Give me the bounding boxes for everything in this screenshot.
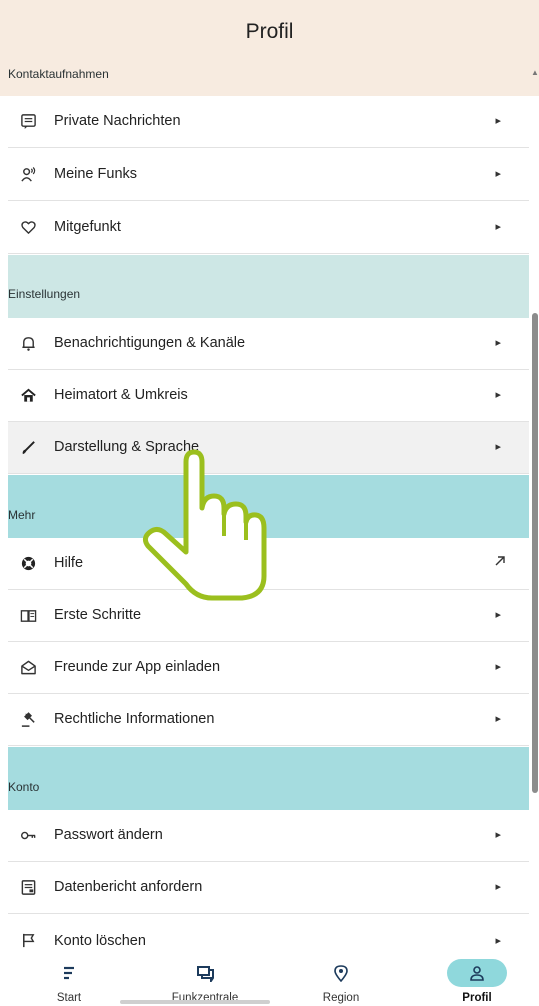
menu-item-erste-schritte[interactable]: Erste Schritte ▸ <box>8 590 529 642</box>
lifebuoy-icon <box>19 554 37 572</box>
menu-item-heimatort[interactable]: Heimatort & Umkreis ▸ <box>8 370 529 422</box>
external-arrow-icon <box>493 554 507 568</box>
chevron-right-icon: ▸ <box>495 168 501 180</box>
key-icon <box>19 826 37 844</box>
chevron-right-icon: ▸ <box>495 881 501 893</box>
section-header-einstellungen: Einstellungen <box>8 255 529 318</box>
menu-item-label: Rechtliche Informationen <box>54 711 215 727</box>
nav-label: Region <box>322 992 360 1004</box>
person-icon <box>447 959 507 987</box>
gavel-icon <box>19 710 37 728</box>
section-heading-kontaktaufnahmen: Kontaktaufnahmen <box>8 67 109 81</box>
menu-item-label: Mitgefunkt <box>54 219 121 235</box>
menu-item-label: Datenbericht anfordern <box>54 879 203 895</box>
menu-item-benachrichtigungen[interactable]: Benachrichtigungen & Kanäle ▸ <box>8 318 529 370</box>
menu-item-label: Benachrichtigungen & Kanäle <box>54 335 246 351</box>
flag-icon <box>19 931 37 949</box>
broadcast-person-icon <box>19 165 37 183</box>
menu-item-darstellung[interactable]: Darstellung & Sprache ▸ <box>8 422 529 474</box>
chevron-right-icon: ▸ <box>495 609 501 621</box>
feed-icon <box>39 959 99 987</box>
menu-item-freunde-einladen[interactable]: Freunde zur App einladen ▸ <box>8 642 529 694</box>
nav-label: Start <box>56 992 82 1004</box>
menu-item-datenbericht[interactable]: Datenbericht anfordern ▸ <box>8 862 529 914</box>
chevron-right-icon: ▸ <box>495 661 501 673</box>
nav-label: Profil <box>462 992 492 1004</box>
report-icon <box>19 878 37 896</box>
section-heading: Konto <box>8 780 40 794</box>
menu-item-private-nachrichten[interactable]: Private Nachrichten ▸ <box>8 96 529 148</box>
bottom-navigation: Start Funkzentrale Region Profil <box>0 952 539 1006</box>
section-heading: Mehr <box>8 508 36 522</box>
menu-item-label: Freunde zur App einladen <box>54 659 221 675</box>
scroll-up-arrow-icon[interactable]: ▲ <box>531 68 539 77</box>
menu-item-label: Erste Schritte <box>54 607 142 623</box>
menu-item-label: Passwort ändern <box>54 827 163 843</box>
scrollbar-thumb[interactable] <box>532 313 538 793</box>
menu-item-label: Darstellung & Sprache <box>54 439 200 455</box>
menu-item-hilfe[interactable]: Hilfe <box>8 538 529 590</box>
chevron-right-icon: ▸ <box>495 337 501 349</box>
nav-profil[interactable]: Profil <box>422 952 532 1006</box>
section-header-mehr: Mehr <box>8 475 529 538</box>
section-header-konto: Konto <box>8 747 529 810</box>
menu-item-label: Konto löschen <box>54 933 146 949</box>
nav-start[interactable]: Start <box>14 952 124 1006</box>
chevron-right-icon: ▸ <box>495 221 501 233</box>
book-icon <box>19 606 37 624</box>
menu-item-mitgefunkt[interactable]: Mitgefunkt ▸ <box>8 202 529 254</box>
menu-item-rechtliche-informationen[interactable]: Rechtliche Informationen ▸ <box>8 694 529 746</box>
page-title: Profil <box>245 20 294 43</box>
header: Profil Kontaktaufnahmen <box>0 0 539 96</box>
nav-region[interactable]: Region <box>286 952 396 1006</box>
menu-item-label: Meine Funks <box>54 166 138 182</box>
nav-funkzentrale[interactable]: Funkzentrale <box>150 952 260 1006</box>
menu-item-label: Hilfe <box>54 555 84 571</box>
home-icon <box>19 386 37 404</box>
menu-item-meine-funks[interactable]: Meine Funks ▸ <box>8 149 529 201</box>
chevron-right-icon: ▸ <box>495 441 501 453</box>
mail-open-icon <box>19 658 37 676</box>
message-icon <box>19 112 37 130</box>
home-indicator <box>120 1000 270 1004</box>
location-pin-icon <box>311 959 371 987</box>
chevron-right-icon: ▸ <box>495 713 501 725</box>
chevron-right-icon: ▸ <box>495 389 501 401</box>
chat-icon <box>175 959 235 987</box>
brush-icon <box>19 438 37 456</box>
chevron-right-icon: ▸ <box>495 115 501 127</box>
menu-item-label: Heimatort & Umkreis <box>54 387 188 403</box>
menu-item-label: Private Nachrichten <box>54 113 181 129</box>
heart-icon <box>19 218 37 236</box>
bell-icon <box>19 334 37 352</box>
menu-item-passwort-aendern[interactable]: Passwort ändern ▸ <box>8 810 529 862</box>
chevron-right-icon: ▸ <box>495 829 501 841</box>
section-heading: Einstellungen <box>8 287 81 301</box>
chevron-right-icon: ▸ <box>495 935 501 947</box>
